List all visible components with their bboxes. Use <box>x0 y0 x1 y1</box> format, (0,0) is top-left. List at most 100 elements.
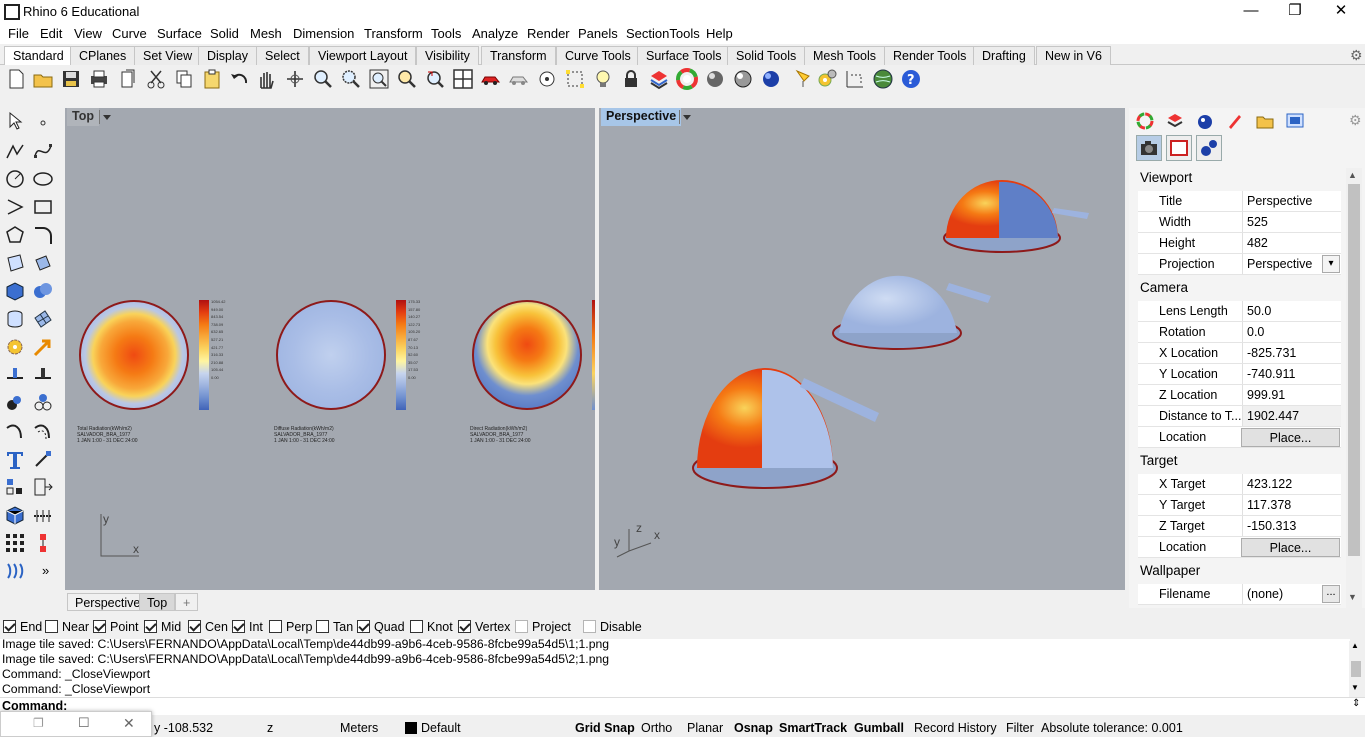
spotlight-icon[interactable] <box>792 68 814 90</box>
help-icon[interactable]: ? <box>900 68 922 90</box>
tab-select[interactable]: Select <box>256 46 309 65</box>
scroll-thumb[interactable] <box>1348 184 1360 556</box>
viewport-tab-top[interactable]: Top <box>139 593 176 611</box>
close-button[interactable]: ✕ <box>1318 0 1364 24</box>
ortho-toggle[interactable]: Ortho <box>641 721 672 735</box>
menu-surface[interactable]: Surface <box>157 26 202 41</box>
osnap-int-checkbox[interactable] <box>232 620 245 633</box>
osnap-end[interactable]: End <box>3 620 42 634</box>
display-panel-icon[interactable] <box>1195 111 1215 131</box>
lens-length-field[interactable]: 50.0 <box>1242 301 1341 321</box>
osnap-near[interactable]: Near <box>45 620 89 634</box>
osnap-near-checkbox[interactable] <box>45 620 58 633</box>
tab-curve-tools[interactable]: Curve Tools <box>556 46 640 65</box>
move-arrow-icon[interactable] <box>32 336 54 358</box>
boolean-union-icon[interactable] <box>32 280 54 302</box>
color-wheel-icon[interactable] <box>676 68 698 90</box>
viewport-menu-dropdown[interactable] <box>99 110 112 124</box>
block-icon[interactable] <box>4 504 26 526</box>
chevron-down-icon[interactable]: ▾ <box>1322 255 1340 273</box>
maximize-icon[interactable]: ☐ <box>78 715 90 731</box>
menu-file[interactable]: File <box>8 26 29 41</box>
title-field[interactable]: Perspective <box>1242 191 1341 211</box>
menu-sectiontools[interactable]: SectionTools <box>626 26 700 41</box>
libraries-folder-icon[interactable] <box>1255 111 1275 131</box>
grid-array-icon[interactable] <box>4 532 26 554</box>
dimension-icon[interactable] <box>844 68 866 90</box>
x-location-field[interactable]: -825.731 <box>1242 343 1341 363</box>
lock-icon[interactable] <box>620 68 642 90</box>
record-history-toggle[interactable]: Record History <box>914 721 997 735</box>
menu-panels[interactable]: Panels <box>578 26 618 41</box>
osnap-knot-checkbox[interactable] <box>410 620 423 633</box>
scroll-down-icon[interactable]: ▼ <box>1351 683 1359 692</box>
osnap-cen-checkbox[interactable] <box>188 620 201 633</box>
scroll-thumb[interactable] <box>1351 661 1361 677</box>
tab-surface-tools[interactable]: Surface Tools <box>637 46 731 65</box>
command-spinner-icon[interactable]: ⇕ <box>1352 698 1360 709</box>
tab-standard[interactable]: Standard <box>4 46 73 65</box>
point-tool-icon[interactable] <box>32 110 54 132</box>
extrude-surface-icon[interactable] <box>32 252 54 274</box>
rotation-field[interactable]: 0.0 <box>1242 322 1341 342</box>
blue-sphere-icon[interactable] <box>760 68 782 90</box>
panel-scrollbar[interactable]: ▲ ▼ <box>1346 168 1362 608</box>
top-viewport[interactable]: Top 1054.42 949.00 843.54 738.09 632.65 … <box>65 108 595 590</box>
camera-view-button[interactable] <box>1136 135 1162 161</box>
more-tools-icon[interactable]: » <box>42 563 49 578</box>
menu-dimension[interactable]: Dimension <box>293 26 354 41</box>
osnap-quad[interactable]: Quad <box>357 620 405 634</box>
curve-from-object-icon[interactable] <box>4 420 26 442</box>
osnap-tan-checkbox[interactable] <box>316 620 329 633</box>
osnap-vertex[interactable]: Vertex <box>458 620 510 634</box>
minimize-button[interactable]: — <box>1228 0 1274 24</box>
open-folder-icon[interactable] <box>32 68 54 90</box>
osnap-knot[interactable]: Knot <box>410 620 453 634</box>
osnap-tan[interactable]: Tan <box>316 620 353 634</box>
circle-icon[interactable] <box>4 168 26 190</box>
rectangle-frame-button[interactable] <box>1166 135 1192 161</box>
viewport-tab-perspective[interactable]: Perspective <box>67 593 149 611</box>
tab-new-in-v6[interactable]: New in V6 <box>1036 46 1111 65</box>
control-point-curve-icon[interactable] <box>32 140 54 162</box>
menu-solid[interactable]: Solid <box>210 26 239 41</box>
text-icon[interactable] <box>4 448 26 470</box>
menu-render[interactable]: Render <box>527 26 570 41</box>
menu-help[interactable]: Help <box>706 26 733 41</box>
material-sphere-icon[interactable] <box>704 68 726 90</box>
menu-analyze[interactable]: Analyze <box>472 26 518 41</box>
help-panel-icon[interactable] <box>1225 111 1245 131</box>
osnap-int[interactable]: Int <box>232 620 263 634</box>
osnap-project-checkbox[interactable] <box>515 620 528 633</box>
history-icon[interactable] <box>32 532 54 554</box>
four-viewports-icon[interactable] <box>452 68 474 90</box>
osnap-vertex-checkbox[interactable] <box>458 620 471 633</box>
x-target-field[interactable]: 423.122 <box>1242 474 1341 494</box>
filename-field[interactable]: (none) <box>1242 584 1320 604</box>
import-icon[interactable] <box>117 68 139 90</box>
offset-curve-icon[interactable] <box>32 420 54 442</box>
osnap-mid-checkbox[interactable] <box>144 620 157 633</box>
render-sphere-icon[interactable] <box>732 68 754 90</box>
settings-gears-icon[interactable] <box>816 68 838 90</box>
tab-cplanes[interactable]: CPlanes <box>70 46 136 65</box>
width-field[interactable]: 525 <box>1242 212 1341 232</box>
browse-button[interactable]: ... <box>1322 585 1340 603</box>
planar-toggle[interactable]: Planar <box>687 721 723 735</box>
osnap-cen[interactable]: Cen <box>188 620 228 634</box>
smarttrack-toggle[interactable]: SmartTrack <box>779 721 847 735</box>
shaded-car-icon[interactable] <box>508 68 530 90</box>
layers-icon[interactable] <box>648 68 670 90</box>
osnap-disable[interactable]: Disable <box>583 620 642 634</box>
print-icon[interactable] <box>88 68 110 90</box>
z-location-field[interactable]: 999.91 <box>1242 385 1341 405</box>
tab-visibility[interactable]: Visibility <box>416 46 479 65</box>
scroll-up-icon[interactable]: ▲ <box>1348 170 1357 180</box>
menu-view[interactable]: View <box>74 26 102 41</box>
maximize-button[interactable]: ❐ <box>1272 0 1318 24</box>
command-line[interactable]: Command: ⇕ <box>0 697 1365 715</box>
new-file-icon[interactable] <box>5 68 27 90</box>
menu-curve[interactable]: Curve <box>112 26 147 41</box>
menu-tools[interactable]: Tools <box>431 26 461 41</box>
ellipse-icon[interactable] <box>32 168 54 190</box>
